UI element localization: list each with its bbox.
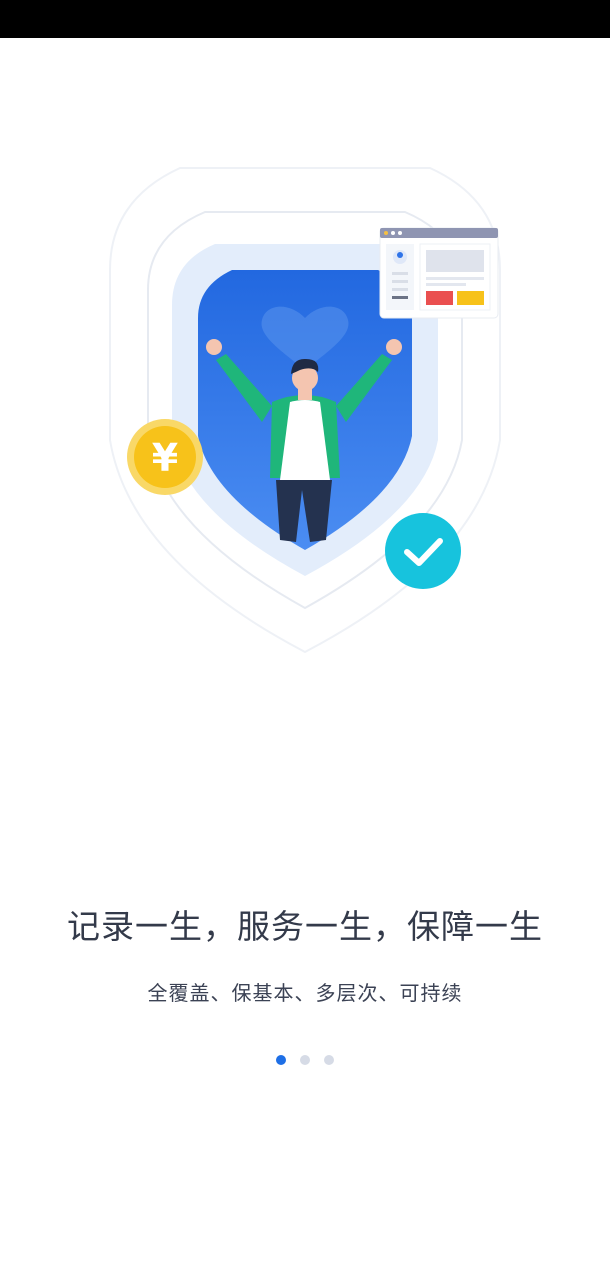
- status-bar: [0, 0, 610, 38]
- onboarding-screen: ¥ 记录一生，服务一生，保障一生 全覆盖、保基本、多层次、可持续: [0, 0, 610, 1280]
- page-dot-1[interactable]: [276, 1055, 286, 1065]
- security-illustration: ¥: [109, 167, 501, 654]
- onboarding-subtitle: 全覆盖、保基本、多层次、可持续: [147, 981, 463, 1005]
- checkmark-circle-icon: [385, 513, 461, 589]
- yuan-coin-icon: ¥: [127, 419, 203, 495]
- coin-symbol: ¥: [152, 436, 178, 480]
- page-indicator: [0, 1055, 610, 1067]
- page-dot-2[interactable]: [300, 1055, 310, 1065]
- profile-card-icon: [379, 227, 499, 319]
- onboarding-headline: 记录一生，服务一生，保障一生: [67, 907, 543, 946]
- page-dot-3[interactable]: [324, 1055, 334, 1065]
